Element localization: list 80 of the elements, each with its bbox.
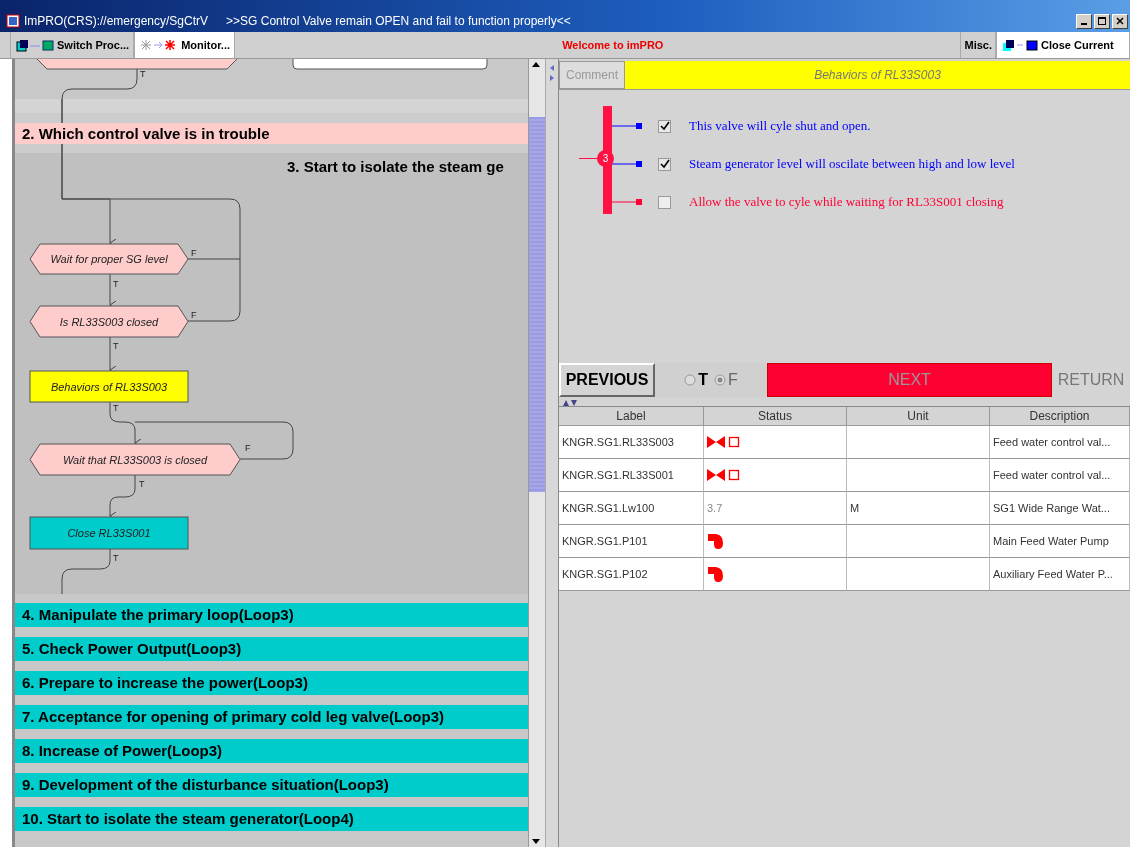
radio-icon (714, 373, 726, 386)
radio-option[interactable]: F (714, 370, 738, 389)
table-cell: Main Feed Water Pump (990, 524, 1130, 558)
column-header[interactable]: Status (704, 406, 847, 426)
checkbox[interactable] (658, 195, 671, 209)
checkbox[interactable] (658, 157, 671, 171)
edge-label: T (113, 279, 119, 289)
flowchart-node[interactable]: Behaviors of RL33S003 (29, 370, 189, 403)
app-icon (6, 14, 20, 28)
section-title: 3. Start to isolate the steam ge (287, 158, 504, 175)
collapse-arrows-icon[interactable] (548, 63, 556, 83)
vertical-scrollbar[interactable] (528, 59, 545, 847)
maximize-icon (1098, 17, 1106, 25)
flowchart-node[interactable] (292, 59, 488, 70)
switch-windows-icon (15, 38, 55, 52)
table-cell: Feed water control val... (990, 458, 1130, 492)
maximize-button[interactable] (1094, 13, 1110, 29)
window-title: ImPRO(CRS)://emergency/SgCtrV (24, 14, 209, 28)
edge-label: T (113, 341, 119, 351)
edge-label: T (113, 553, 119, 563)
section-header[interactable]: 9. Development of the disturbance situation(Loop3) (15, 773, 528, 797)
edge-label: T (140, 69, 146, 79)
comment-title: Behaviors of RL33S003 (625, 61, 1130, 89)
section-header[interactable]: 2. Which control valve is in trouble (15, 123, 528, 144)
table-cell: KNGR.SG1.P101 (559, 524, 704, 558)
flowchart-node[interactable]: Close RL33S001 (29, 516, 189, 550)
welcome-message: Welcome to imPRO (562, 39, 664, 51)
close-button[interactable] (1112, 13, 1128, 29)
radio-option[interactable]: T (684, 370, 708, 389)
flowchart-node[interactable]: Wait that RL33S003 is closed (29, 443, 241, 476)
connector-icon (612, 199, 642, 205)
checklist-text: Steam generator level will oscilate between high and low level (689, 156, 1015, 172)
table-cell: KNGR.SG1.RL33S003 (559, 425, 704, 459)
table-cell: M (847, 491, 990, 525)
column-header[interactable]: Description (990, 406, 1130, 426)
toolbar-button[interactable]: Monitor... (134, 32, 236, 58)
edge-label: F (191, 248, 197, 258)
close-current-button[interactable]: Close Current (996, 32, 1130, 58)
valve-icon (707, 467, 741, 482)
checklist-text: Allow the valve to cyle while waiting for RL33S001 closing (689, 194, 1004, 210)
table-cell: Auxiliary Feed Water P... (990, 557, 1130, 591)
table-cell: KNGR.SG1.Lw100 (559, 491, 704, 525)
section-header[interactable]: 4. Manipulate the primary loop(Loop3) (15, 603, 528, 627)
connector-icon (612, 161, 642, 167)
radio-icon (684, 373, 697, 386)
section-header[interactable]: 5. Check Power Output(Loop3) (15, 637, 528, 661)
column-header[interactable]: Label (559, 406, 704, 426)
step-bracket-drawing: 3 (579, 106, 619, 214)
checkmark-icon (659, 121, 670, 131)
table-cell: SG1 Wide Range Wat... (990, 491, 1130, 525)
table-cell: Feed water control val... (990, 425, 1130, 459)
connector-icon (612, 123, 642, 129)
valve-icon (707, 434, 741, 449)
pump-icon (707, 531, 725, 550)
section-header[interactable]: 10. Start to isolate the steam generator(Loop4) (15, 807, 528, 831)
pump-icon (707, 564, 725, 583)
section-header[interactable]: 6. Prepare to increase the power(Loop3) (15, 671, 528, 695)
table-cell: KNGR.SG1.RL33S001 (559, 458, 704, 492)
misc-menu-button[interactable]: Misc. (960, 32, 996, 58)
edge-label: T (139, 479, 145, 489)
section-header[interactable]: 8. Increase of Power(Loop3) (15, 739, 528, 763)
alarm-message: >>SG Control Valve remain OPEN and fail to function properly<< (226, 14, 571, 28)
edge-label: T (113, 403, 119, 413)
close-windows-icon (1001, 38, 1039, 52)
flowchart-node[interactable]: Wait for proper SG level (29, 243, 189, 275)
section-header[interactable]: 7. Acceptance for opening of primary cold leg valve(Loop3) (15, 705, 528, 729)
toolbar-button[interactable]: Switch Proc... (10, 32, 135, 58)
flow-connector (61, 548, 111, 594)
edge-label: F (191, 310, 197, 320)
flowchart-node[interactable]: Is RL33S003 closed (29, 305, 189, 338)
minimize-button[interactable] (1076, 13, 1092, 29)
checklist-text: This valve will cyle shut and open. (689, 118, 871, 134)
table-cell: KNGR.SG1.P102 (559, 557, 704, 591)
checkbox[interactable] (658, 119, 671, 133)
status-value: 3.7 (707, 501, 723, 514)
edge-label: F (245, 443, 251, 453)
previous-button[interactable]: PREVIOUS (559, 362, 655, 397)
close-icon (1116, 17, 1124, 25)
checkmark-icon (659, 159, 670, 169)
column-header[interactable]: Unit (847, 406, 990, 426)
